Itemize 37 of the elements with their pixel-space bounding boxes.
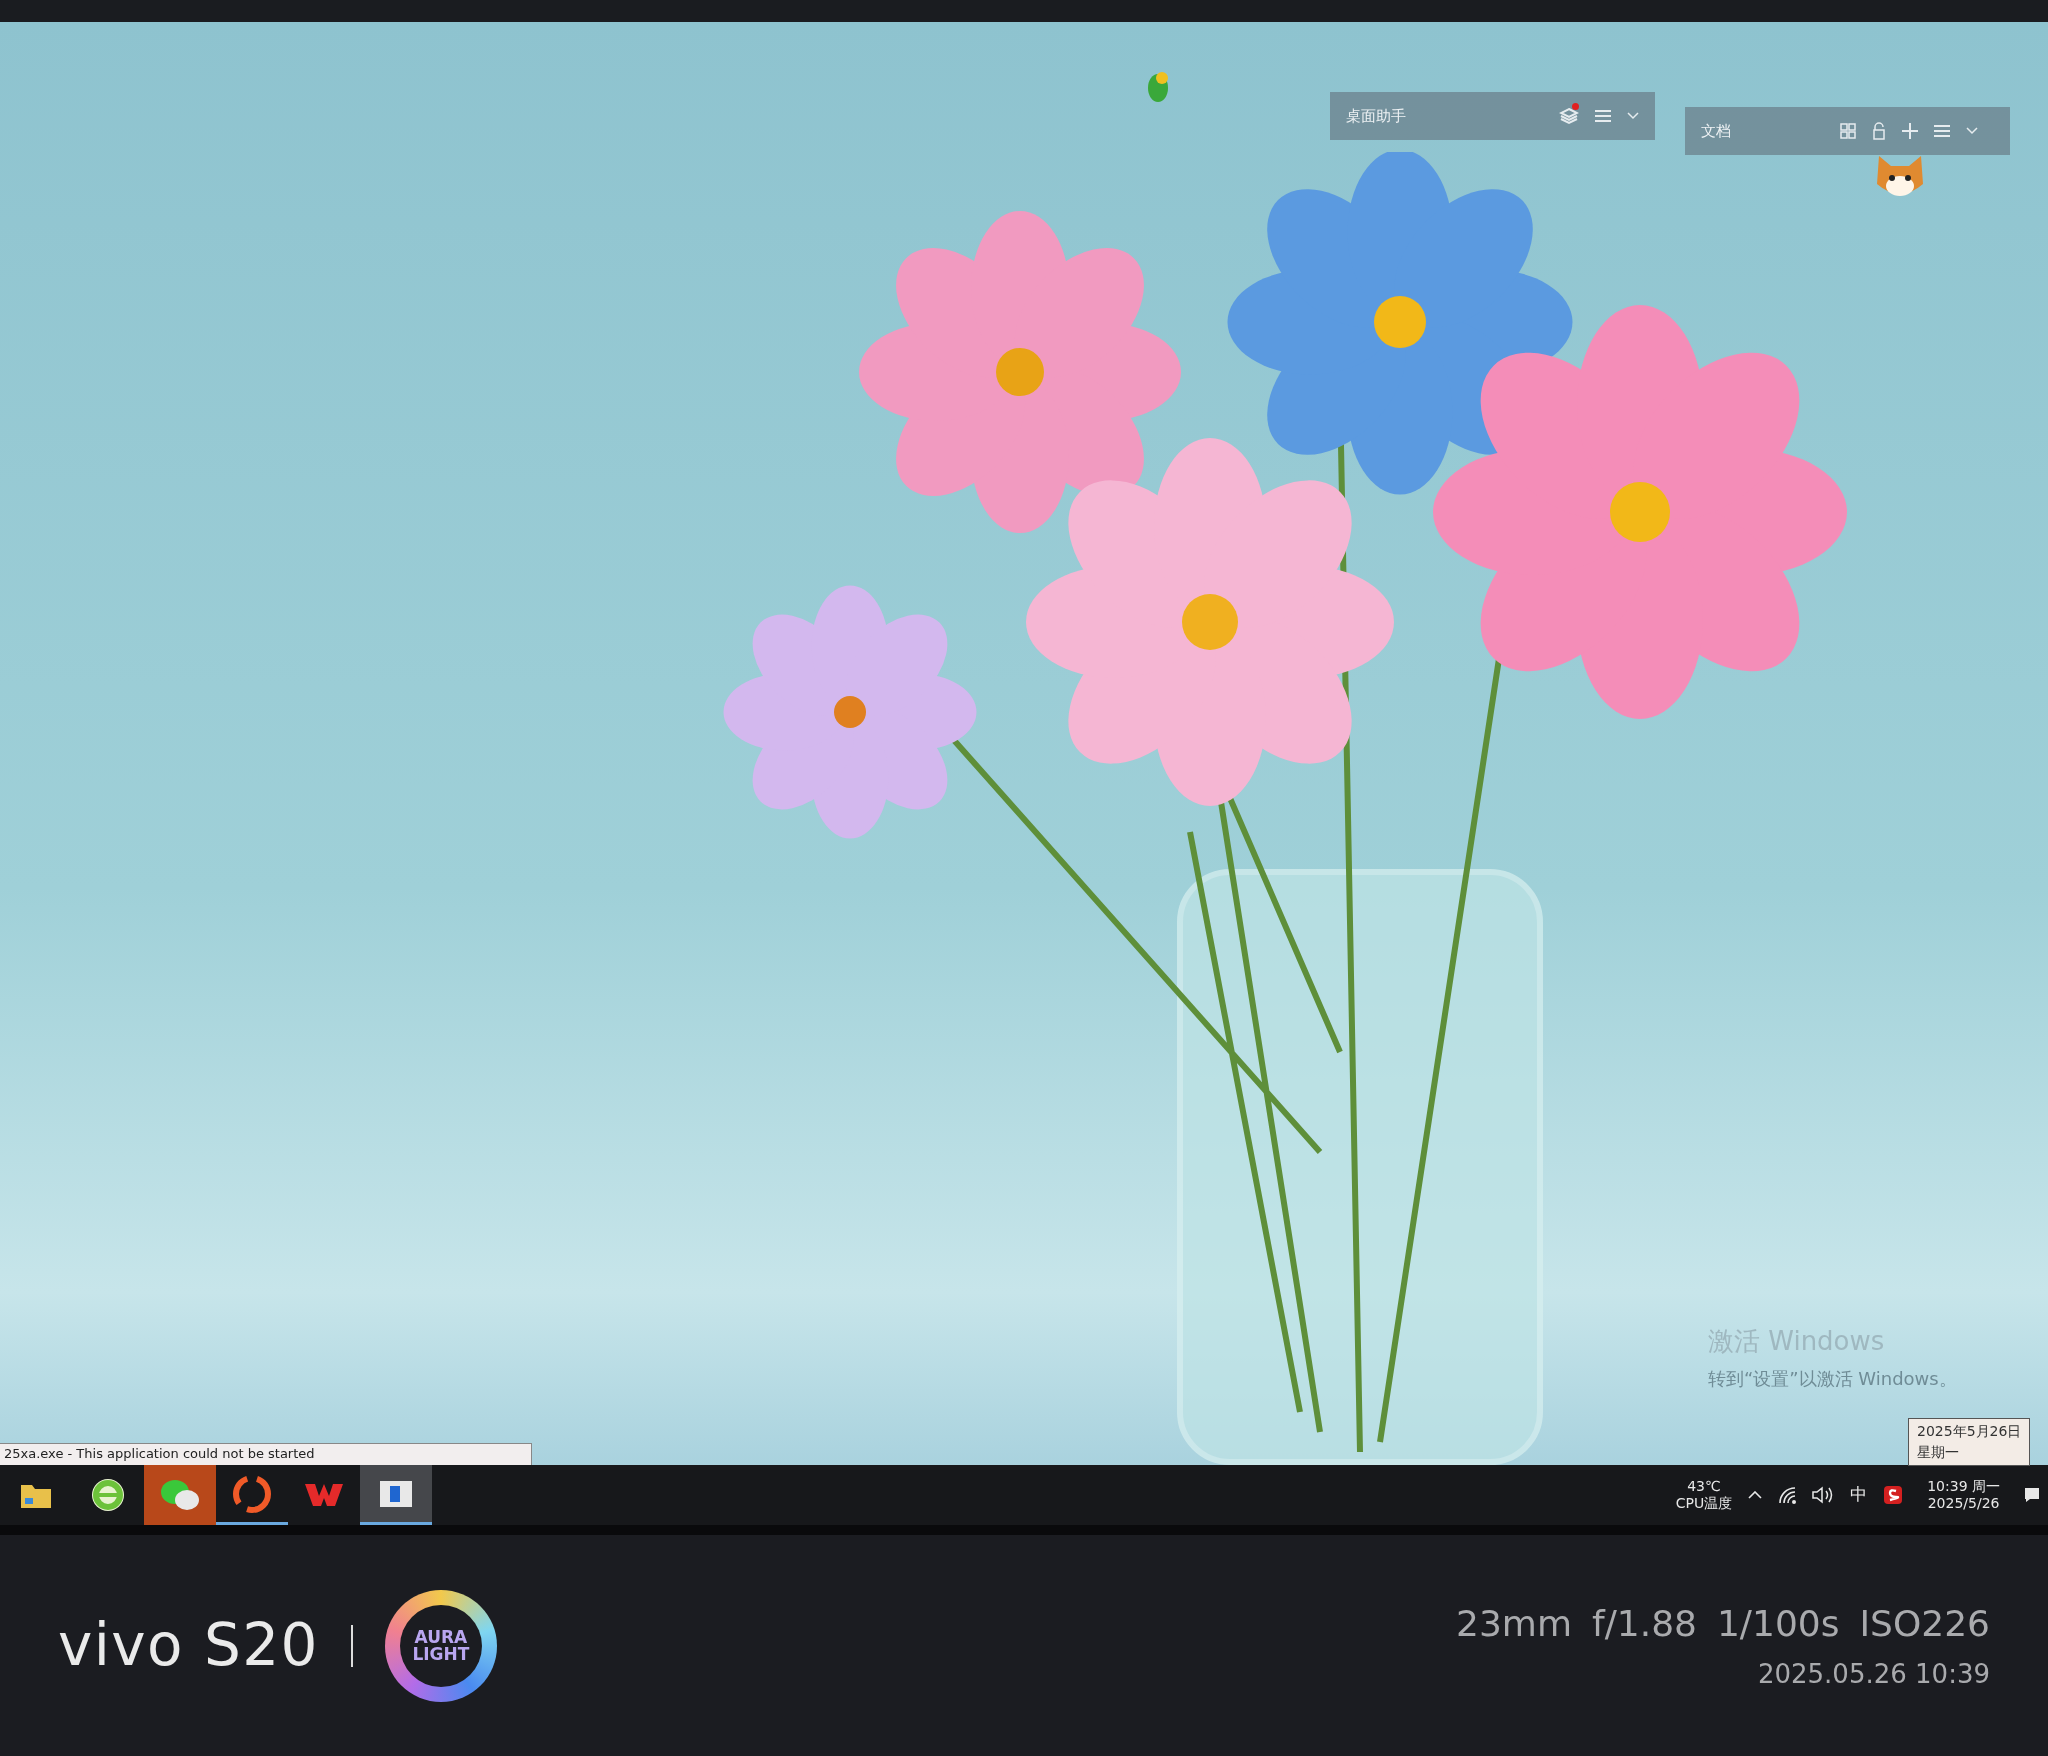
browser-icon — [91, 1478, 125, 1512]
taskbar-app-button[interactable] — [360, 1465, 432, 1525]
wps-logo-icon — [305, 1482, 343, 1508]
badge-text: AURA — [414, 1628, 468, 1646]
menu-icon[interactable] — [1595, 110, 1611, 122]
exposure-setting: ISO226 — [1859, 1602, 1990, 1646]
window-icon — [380, 1480, 412, 1507]
chevron-up-icon[interactable] — [1748, 1491, 1763, 1499]
photo-timestamp: 2025.05.26 10:39 — [1757, 1658, 1990, 1691]
activation-message: 转到“设置”以激活 Windows。 — [1708, 1367, 1957, 1391]
clock[interactable]: 10:39 周一 2025/5/26 — [1919, 1477, 2008, 1513]
input-method-indicator[interactable]: 中 — [1850, 1482, 1868, 1508]
widget-title: 桌面助手 — [1346, 105, 1406, 127]
input-method-logo-icon[interactable] — [1883, 1485, 1904, 1505]
plus-icon[interactable] — [1902, 123, 1918, 139]
menu-icon[interactable] — [1934, 125, 1950, 137]
chat-bubbles-icon — [160, 1478, 200, 1512]
wifi-icon[interactable] — [1778, 1486, 1797, 1504]
chevron-down-icon[interactable] — [1627, 112, 1639, 120]
badge-text: LIGHT — [412, 1645, 470, 1663]
tooltip-weekday: 星期一 — [1917, 1443, 1960, 1462]
exposure-setting: f/1.88 — [1592, 1602, 1697, 1646]
grid-icon[interactable] — [1840, 123, 1856, 139]
camera-brand: vivo S20 — [58, 1610, 319, 1681]
error-message: 25xa.exe - This application could not be started — [4, 1445, 315, 1463]
cpu-temperature: 43℃ — [1687, 1477, 1721, 1495]
chevron-down-icon[interactable] — [1966, 127, 1978, 135]
exposure-setting: 1/100s — [1716, 1602, 1840, 1646]
swirl-logo-icon — [232, 1473, 272, 1514]
lock-icon[interactable] — [1872, 122, 1886, 140]
tooltip-date: 2025年5月26日 — [1917, 1422, 2022, 1441]
folder-icon — [21, 1482, 51, 1508]
exposure-setting: 23mm — [1456, 1602, 1572, 1646]
volume-icon[interactable] — [1812, 1486, 1835, 1504]
widget-title: 文档 — [1701, 120, 1731, 142]
notification-icon[interactable] — [2024, 1487, 2040, 1503]
cpu-temperature-label: CPU温度 — [1675, 1495, 1733, 1513]
